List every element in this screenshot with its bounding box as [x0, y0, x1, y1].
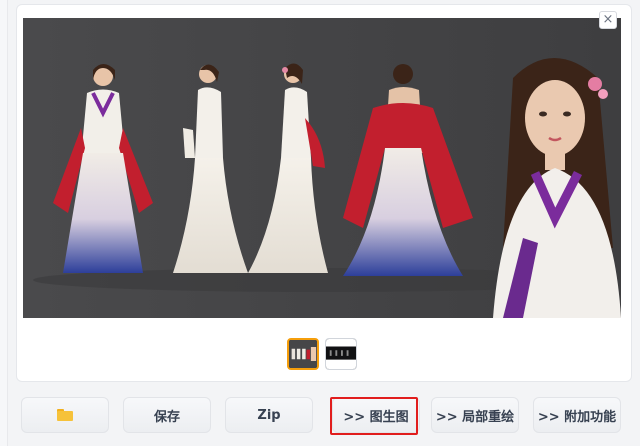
- close-button[interactable]: ×: [599, 11, 617, 29]
- img2img-label: >> 图生图: [343, 409, 409, 425]
- action-toolbar: 保存 Zip >> 图生图 >> 局部重绘 >> 附加功能: [16, 394, 632, 438]
- extras-label: >> 附加功能: [537, 409, 617, 425]
- preview-image: [23, 18, 621, 318]
- figure-portrait: [493, 58, 621, 318]
- zip-button[interactable]: Zip: [225, 397, 313, 433]
- save-button[interactable]: 保存: [123, 397, 211, 433]
- folder-icon: [57, 409, 73, 421]
- image-preview[interactable]: [23, 18, 621, 318]
- thumbnail-image: [326, 339, 356, 369]
- thumbnail-strip: [287, 338, 357, 372]
- save-label: 保存: [153, 409, 180, 425]
- image-gallery: ×: [16, 4, 632, 382]
- left-frame-edge: [0, 0, 8, 446]
- thumbnail[interactable]: [325, 338, 357, 370]
- inpaint-label: >> 局部重绘: [435, 409, 515, 425]
- open-folder-button[interactable]: [21, 397, 109, 433]
- zip-label: Zip: [257, 407, 281, 423]
- thumbnail-selected[interactable]: [287, 338, 319, 370]
- thumbnail-image: [289, 340, 317, 368]
- send-to-img2img-button[interactable]: >> 图生图: [332, 397, 420, 433]
- send-to-inpaint-button[interactable]: >> 局部重绘: [431, 397, 519, 433]
- send-to-extras-button[interactable]: >> 附加功能: [533, 397, 621, 433]
